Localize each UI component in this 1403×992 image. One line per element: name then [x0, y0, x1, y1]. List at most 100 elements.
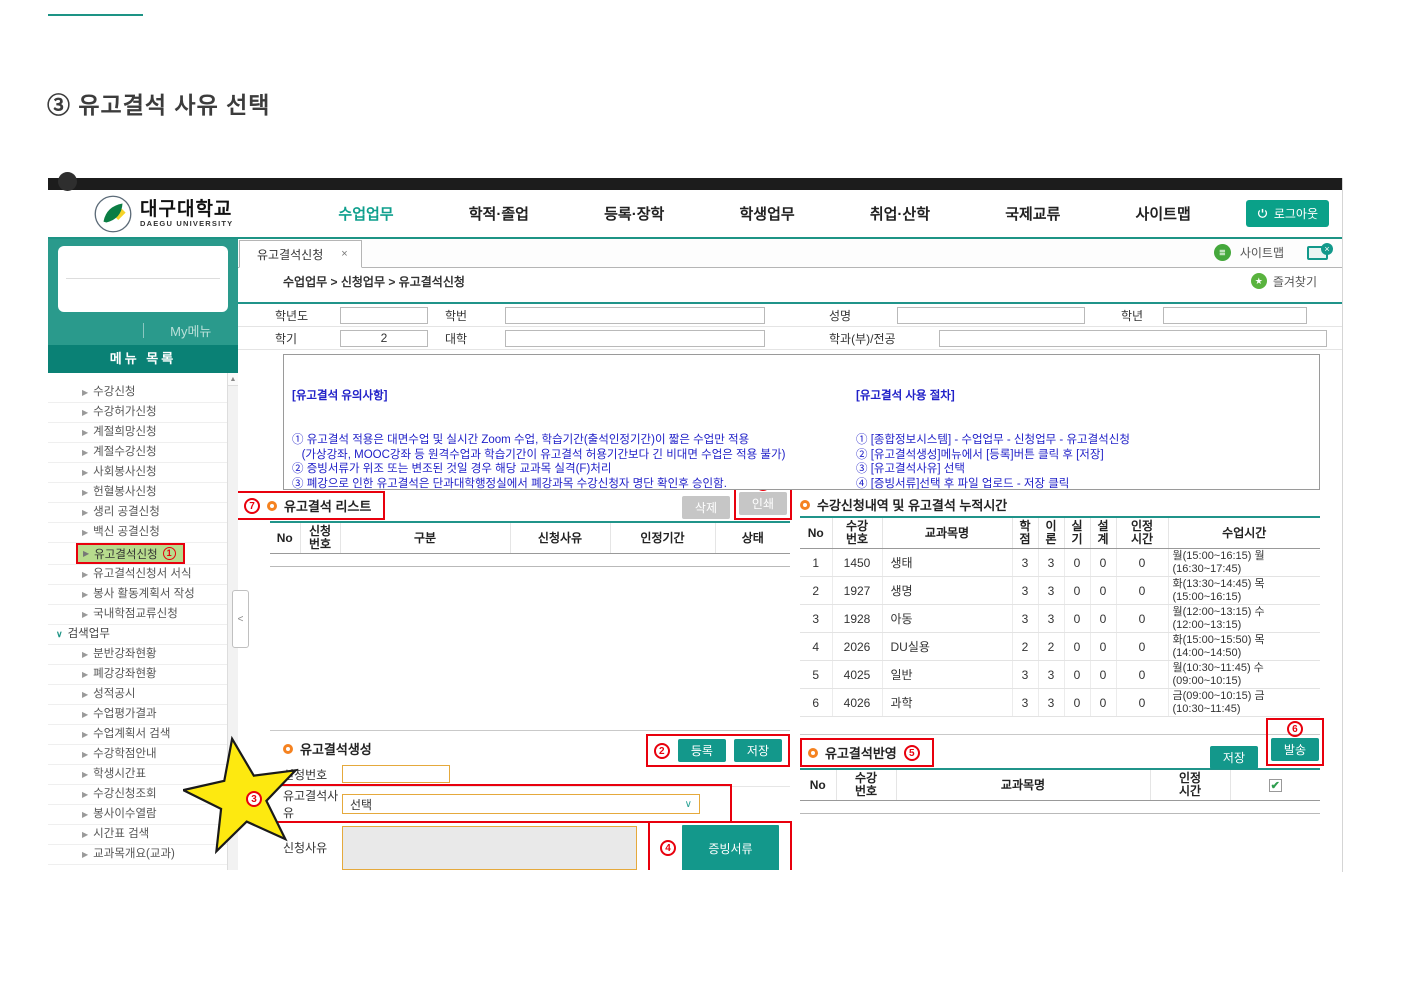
- request-no-field[interactable]: [342, 765, 450, 783]
- absence-list-section: 7 유고결석 리스트 삭제 8 인쇄: [238, 490, 792, 567]
- annotation-1: 1: [162, 547, 176, 560]
- name-field[interactable]: [897, 306, 1085, 324]
- notice-line: ③ 폐강으로 인한 유고결석은 단과대학행정실에서 폐강과목 수강신청자 명단 …: [292, 477, 727, 490]
- table-row: 2 1927 생명 3 30 00 화(13:30~14:45) 목(15:00~1…: [800, 576, 1320, 605]
- column-header: 설 계: [1089, 517, 1116, 549]
- sidebar-item[interactable]: ▶ 봉사 활동계획서 작성: [48, 585, 227, 605]
- semester-field[interactable]: [340, 329, 428, 347]
- sidebar-item[interactable]: ▶ 사회봉사신청: [48, 463, 227, 483]
- scroll-up-icon[interactable]: ▲: [228, 373, 238, 386]
- table-row: 4 2026 DU실용 2 20 00 화(15:00~15:50) 목(14:00…: [800, 632, 1320, 661]
- annotation-box-5: 유고결석반영 5: [800, 738, 934, 767]
- student-no-field[interactable]: [505, 306, 765, 324]
- column-header: No: [270, 522, 300, 554]
- register-button[interactable]: 등록: [677, 739, 726, 762]
- sidebar-item[interactable]: ▶ 백신 공결신청: [48, 523, 227, 543]
- sidebar-item[interactable]: ▶ 분반강좌현황: [48, 645, 227, 665]
- sidebar-item[interactable]: ▶ 유고결석신청서 서식: [48, 565, 227, 585]
- notice-line: ① 유고결석 적용은 대면수업 및 실시간 Zoom 수업, 학습기간(출석인정…: [292, 433, 750, 446]
- top-nav: 수업업무 학적·졸업 등록·장학 학생업무 취업·산학 국제교류 사이트맵: [338, 203, 1190, 224]
- column-header: 실 기: [1063, 517, 1090, 549]
- notice-line: ① [종합정보시스템] - 수업업무 - 신청업무 - 유고결석신청: [856, 433, 1130, 446]
- nav-item[interactable]: 학생업무: [739, 203, 794, 224]
- bullet-icon: [800, 499, 810, 510]
- select-all-checkbox[interactable]: ✔: [1268, 778, 1282, 792]
- arrow-right-icon: ▶: [82, 810, 89, 819]
- close-icon[interactable]: ×: [341, 248, 347, 260]
- chevron-down-icon: ∨: [684, 798, 692, 810]
- year-field[interactable]: [340, 306, 428, 324]
- arrow-right-icon: ▶: [82, 770, 89, 779]
- tab-absence-application[interactable]: 유고결석신청 ×: [239, 240, 362, 268]
- enrollment-section: 수강신청내역 및 유고결석 누적시간 No 수강 번호 교과목명 학 점이 론실 기설…: [800, 495, 1320, 717]
- save-button[interactable]: 저장: [733, 739, 782, 762]
- sidebar-item[interactable]: ▶ 수강신청: [48, 383, 227, 403]
- window-close-icon[interactable]: [1307, 242, 1333, 260]
- sidebar-collapse-handle[interactable]: <: [232, 590, 249, 648]
- sidebar-item[interactable]: ▶ 계절희망신청: [48, 423, 227, 443]
- reason-select[interactable]: 선택 ∨: [342, 794, 700, 814]
- apply-save-button[interactable]: 저장: [1209, 746, 1258, 769]
- sidebar-item[interactable]: ▶ 생리 공결신청: [48, 503, 227, 523]
- sidebar-item[interactable]: ▶ 수업평가결과: [48, 705, 227, 725]
- sidebar-item[interactable]: ▶ 계절수강신청: [48, 443, 227, 463]
- arrow-right-icon: ▶: [82, 388, 89, 397]
- notice-left-title: [유고결석 유의사항]: [292, 390, 388, 403]
- college-field[interactable]: [505, 329, 765, 347]
- arrow-right-icon: ▶: [82, 488, 89, 497]
- table-row: 6 4026 과학 3 30 00 금(09:00~10:15) 금(10:30~1…: [800, 688, 1320, 717]
- sidebar-item-active[interactable]: ▶ 유고결석신청 1: [48, 543, 227, 565]
- arrow-right-icon: ▶: [82, 710, 89, 719]
- annotation-4: 4: [660, 840, 676, 856]
- evidence-button[interactable]: 증빙서류: [682, 824, 779, 870]
- annotation-7: 7: [244, 497, 260, 514]
- grade-field[interactable]: [1163, 306, 1307, 324]
- sidebar-tabs: 수업업무 My메뉴: [48, 13, 239, 345]
- sidebar-tab-mymenu[interactable]: My메뉴: [144, 321, 239, 340]
- favorites-button[interactable]: ★ 즐겨찾기: [1250, 273, 1317, 290]
- nav-item[interactable]: 학적·졸업: [469, 203, 529, 224]
- sidebar-item[interactable]: ▶ 국내학점교류신청: [48, 605, 227, 625]
- send-button[interactable]: 발송: [1270, 738, 1319, 761]
- column-header: 구분: [339, 522, 510, 554]
- column-header: No: [800, 517, 832, 549]
- department-field[interactable]: [939, 329, 1327, 347]
- arrow-right-icon: ▶: [82, 830, 89, 839]
- university-name-kr: 대구대학교: [140, 198, 233, 220]
- annotation-box-6: 6 발송: [1265, 718, 1324, 766]
- notice-line: (가상강좌, MOOC강좌 등 원격수업과 학습기간이 유고결석 허용기간보다 …: [292, 448, 786, 461]
- notice-line: ③ [유고결석사유] 선택: [856, 463, 965, 476]
- table-row: 1 1450 생태 3 30 00 월(15:00~16:15) 월(16:30~1…: [800, 548, 1320, 577]
- nav-item[interactable]: 국제교류: [1005, 203, 1060, 224]
- print-button[interactable]: 인쇄: [738, 492, 787, 515]
- column-header: 수업시간: [1167, 517, 1320, 549]
- arrow-right-icon: ▶: [82, 408, 89, 417]
- sidebar-item[interactable]: ▶ 폐강강좌현황: [48, 665, 227, 685]
- sidebar-item[interactable]: ▶ 성적공시: [48, 685, 227, 705]
- nav-item[interactable]: 취업·산학: [870, 203, 930, 224]
- nav-item[interactable]: 사이트맵: [1136, 203, 1191, 224]
- apply-table: No 수강 번호 교과목명 인정 시간 ✔: [800, 768, 1320, 814]
- arrow-right-icon: ▶: [82, 570, 89, 579]
- notice-right-title: [유고결석 사용 절차]: [856, 390, 955, 403]
- nav-item-active[interactable]: 수업업무: [338, 203, 393, 224]
- sidebar-group-search[interactable]: ∨ 검색업무: [48, 625, 227, 645]
- arrow-right-icon: ▶: [82, 428, 89, 437]
- sitemap-label[interactable]: 사이트맵: [1240, 244, 1284, 261]
- notice-line: ② [유고결석생성]메뉴에서 [등록]버튼 클릭 후 [저장]: [856, 448, 1104, 461]
- delete-button[interactable]: 삭제: [681, 496, 730, 519]
- arrow-right-icon: ▶: [82, 670, 89, 679]
- logout-button[interactable]: 로그아웃: [1245, 200, 1329, 227]
- sidebar-item[interactable]: ▶ 수강허가신청: [48, 403, 227, 423]
- arrow-right-icon: ▶: [82, 468, 89, 477]
- detail-reason-textarea[interactable]: [342, 825, 637, 870]
- sidebar-item[interactable]: ▶ 헌혈봉사신청: [48, 483, 227, 503]
- app-window: 대구대학교 DAEGU UNIVERSITY 수업업무 학적·졸업 등록·장학 학생…: [48, 13, 1343, 872]
- column-header: 상태: [714, 522, 790, 554]
- field-label-year: 학년도: [275, 308, 309, 323]
- breadcrumb: 수업업무 > 신청업무 > 유고결석신청: [283, 274, 465, 289]
- column-header: 교과목명: [881, 517, 1012, 549]
- nav-item[interactable]: 등록·장학: [604, 203, 664, 224]
- notice-box: [유고결석 유의사항] ① 유고결석 적용은 대면수업 및 실시간 Zoom 수…: [283, 354, 1320, 490]
- sitemap-icon[interactable]: ≣: [1213, 244, 1231, 261]
